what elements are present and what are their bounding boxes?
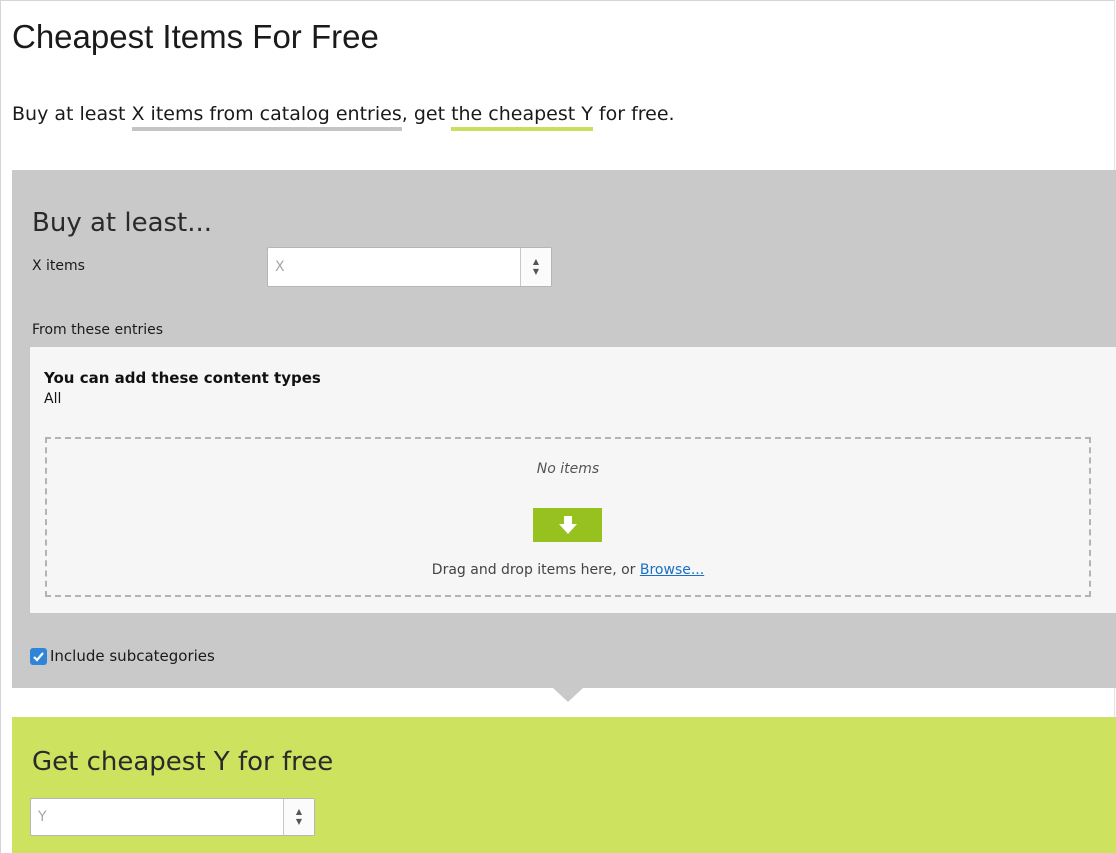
include-subcategories-checkbox[interactable]	[30, 647, 47, 665]
section-pointer	[553, 688, 583, 702]
caret-up-icon[interactable]: ▲	[296, 807, 302, 817]
no-items-text: No items	[536, 461, 600, 477]
drop-zone[interactable]: No items Drag and drop items here, or Br…	[45, 437, 1091, 597]
checkmark-icon	[33, 651, 44, 662]
entries-panel: You can add these content types All No i…	[30, 347, 1116, 613]
y-items-stepper[interactable]: ▲ ▼	[30, 798, 315, 836]
get-cheapest-section: Get cheapest Y for free ▲ ▼	[12, 717, 1116, 853]
promotion-summary: Buy at least X items from catalog entrie…	[12, 103, 675, 131]
summary-prefix: Buy at least	[12, 103, 132, 125]
x-items-label: X items	[32, 258, 85, 274]
drop-instruction-text: Drag and drop items here, or	[431, 562, 640, 578]
drop-instruction: Drag and drop items here, or Browse...	[47, 562, 1089, 578]
page-title: Cheapest Items For Free	[12, 18, 379, 55]
get-section-title: Get cheapest Y for free	[32, 747, 334, 777]
summary-middle: , get	[401, 103, 452, 125]
arrow-down-icon	[533, 508, 602, 542]
content-types-value: All	[44, 391, 62, 407]
buy-section-title: Buy at least...	[32, 208, 213, 238]
caret-down-icon[interactable]: ▼	[533, 267, 539, 277]
include-subcategories-label[interactable]: Include subcategories	[50, 647, 215, 665]
summary-suffix: for free.	[592, 103, 675, 125]
y-items-input[interactable]	[31, 799, 283, 835]
y-items-spin-buttons: ▲ ▼	[283, 799, 314, 835]
x-items-stepper[interactable]: ▲ ▼	[267, 247, 552, 287]
summary-y-phrase[interactable]: the cheapest Y	[451, 103, 593, 131]
entries-label: From these entries	[32, 322, 163, 338]
x-items-spin-buttons: ▲ ▼	[520, 248, 551, 286]
buy-at-least-section: Buy at least... X items ▲ ▼ From these e…	[12, 170, 1116, 688]
x-items-input[interactable]	[268, 248, 520, 286]
caret-down-icon[interactable]: ▼	[296, 817, 302, 827]
include-subcategories[interactable]: Include subcategories	[30, 647, 215, 665]
browse-link[interactable]: Browse...	[640, 562, 704, 578]
caret-up-icon[interactable]: ▲	[533, 257, 539, 267]
summary-x-phrase[interactable]: X items from catalog entries	[131, 103, 402, 131]
content-types-title: You can add these content types	[44, 369, 321, 387]
